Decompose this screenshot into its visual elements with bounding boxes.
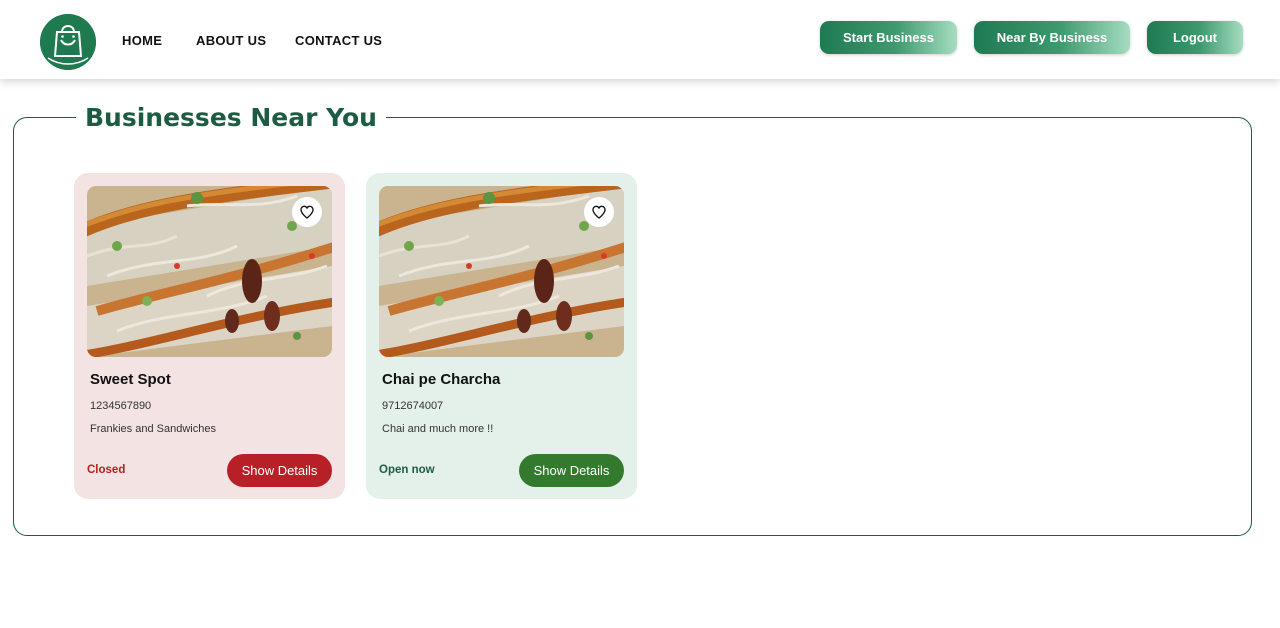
show-details-button[interactable]: Show Details [519,454,624,487]
nav-link-about-us[interactable]: ABOUT US [196,33,266,48]
business-name: Chai pe Charcha [382,371,501,388]
business-phone: 1234567890 [90,400,152,412]
favorite-button[interactable] [584,197,614,227]
nav-link-contact-us[interactable]: CONTACT US [295,33,382,48]
logo[interactable] [40,14,96,70]
navbar: HOME ABOUT US CONTACT US Start Business … [0,0,1280,79]
business-card: Chai pe Charcha 9712674007 Chai and much… [366,173,637,499]
business-name: Sweet Spot [90,371,171,388]
section-title: Businesses Near You [76,102,386,134]
near-by-business-button[interactable]: Near By Business [974,21,1130,54]
start-business-button[interactable]: Start Business [820,21,957,54]
business-card: Sweet Spot 1234567890 Frankies and Sandw… [74,173,345,499]
favorite-button[interactable] [292,197,322,227]
nav-link-home[interactable]: HOME [122,33,162,48]
heart-icon [592,205,606,219]
business-description: Chai and much more !! [382,423,494,435]
business-phone: 9712674007 [382,400,444,412]
status-label: Open now [379,464,435,476]
logout-button[interactable]: Logout [1147,21,1243,54]
status-label: Closed [87,464,126,476]
show-details-button[interactable]: Show Details [227,454,332,487]
heart-icon [300,205,314,219]
shopping-bag-logo-icon [40,14,96,70]
business-description: Frankies and Sandwiches [90,423,216,435]
